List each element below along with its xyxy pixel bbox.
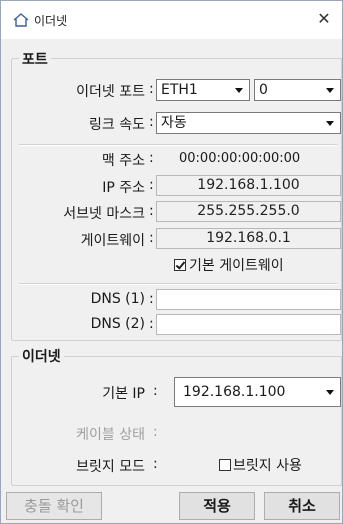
separator xyxy=(19,144,337,146)
link-speed-value: 자동 xyxy=(161,115,187,131)
ethernet-port-select[interactable]: ETH1 xyxy=(156,79,250,101)
default-gateway-checkbox[interactable] xyxy=(174,259,186,271)
ethernet-dialog: 이더넷 ✕ 포트 이더넷 포트 : ETH1 0 링크 속도 : 자동 맥 주소… xyxy=(0,0,343,524)
link-speed-label: 링크 속도 xyxy=(89,117,145,133)
ethernet-group-legend: 이더넷 xyxy=(19,346,64,366)
dns1-input[interactable] xyxy=(156,289,341,310)
subnet-mask-field[interactable]: 255.255.255.0 xyxy=(156,201,341,222)
subnet-mask-label: 서브넷 마스크 xyxy=(63,206,145,222)
mac-address-label: 맥 주소 xyxy=(101,153,145,169)
colon: : xyxy=(153,383,158,399)
bridge-use-label[interactable]: 브릿지 사용 xyxy=(233,455,302,475)
port-group-legend: 포트 xyxy=(19,49,51,69)
window-title: 이더넷 xyxy=(34,14,68,28)
home-icon xyxy=(13,13,29,27)
mac-address-value: 00:00:00:00:00:00 xyxy=(179,151,301,166)
ethernet-port-value: ETH1 xyxy=(161,82,198,98)
colon: : xyxy=(149,291,154,307)
colon: : xyxy=(153,424,158,440)
dns2-input[interactable] xyxy=(156,314,341,335)
bridge-mode-label: 브릿지 모드 xyxy=(76,459,145,475)
colon: : xyxy=(149,230,154,246)
default-ip-select[interactable]: 192.168.1.100 xyxy=(174,377,341,407)
cancel-button[interactable]: 취소 xyxy=(264,492,340,520)
colon: : xyxy=(149,81,154,97)
colon: : xyxy=(149,177,154,193)
port-index-value: 0 xyxy=(259,82,268,98)
cable-status-label: 케이블 상태 xyxy=(76,427,145,443)
chevron-down-icon xyxy=(326,390,334,395)
link-speed-select[interactable]: 자동 xyxy=(156,112,341,134)
apply-button[interactable]: 적용 xyxy=(179,492,255,520)
chevron-down-icon xyxy=(326,121,334,126)
chevron-down-icon xyxy=(326,88,334,93)
collision-check-button[interactable]: 충돌 확인 xyxy=(6,492,102,520)
bridge-use-checkbox[interactable] xyxy=(219,459,231,471)
dns1-label: DNS (1) xyxy=(90,291,145,307)
port-index-select[interactable]: 0 xyxy=(254,79,341,101)
gateway-field[interactable]: 192.168.0.1 xyxy=(156,228,341,249)
default-gateway-checkbox-label[interactable]: 기본 게이트웨이 xyxy=(189,255,284,275)
separator xyxy=(19,283,337,285)
colon: : xyxy=(149,150,154,166)
ip-address-field[interactable]: 192.168.1.100 xyxy=(156,175,341,196)
colon: : xyxy=(153,456,158,472)
ethernet-port-label: 이더넷 포트 xyxy=(76,84,145,100)
default-ip-value: 192.168.1.100 xyxy=(183,384,286,400)
colon: : xyxy=(149,203,154,219)
colon: : xyxy=(149,114,154,130)
default-ip-label: 기본 IP xyxy=(102,386,145,402)
close-button[interactable]: ✕ xyxy=(312,7,336,31)
ip-address-label: IP 주소 xyxy=(102,180,145,196)
dns2-label: DNS (2) xyxy=(90,316,145,332)
title-bar: 이더넷 ✕ xyxy=(1,1,342,39)
gateway-label: 게이트웨이 xyxy=(80,233,145,249)
chevron-down-icon xyxy=(235,88,243,93)
colon: : xyxy=(149,316,154,332)
